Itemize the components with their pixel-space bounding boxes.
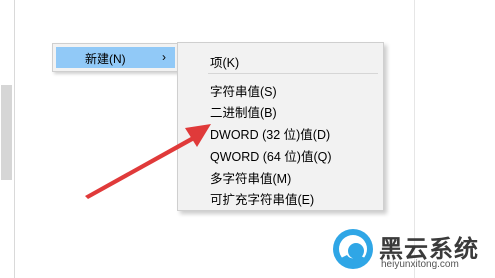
watermark: 黑云系统 heiyunxitong.com [332,228,492,274]
heiyun-logo-icon [333,229,373,269]
watermark-subtitle: heiyunxitong.com [381,259,459,270]
